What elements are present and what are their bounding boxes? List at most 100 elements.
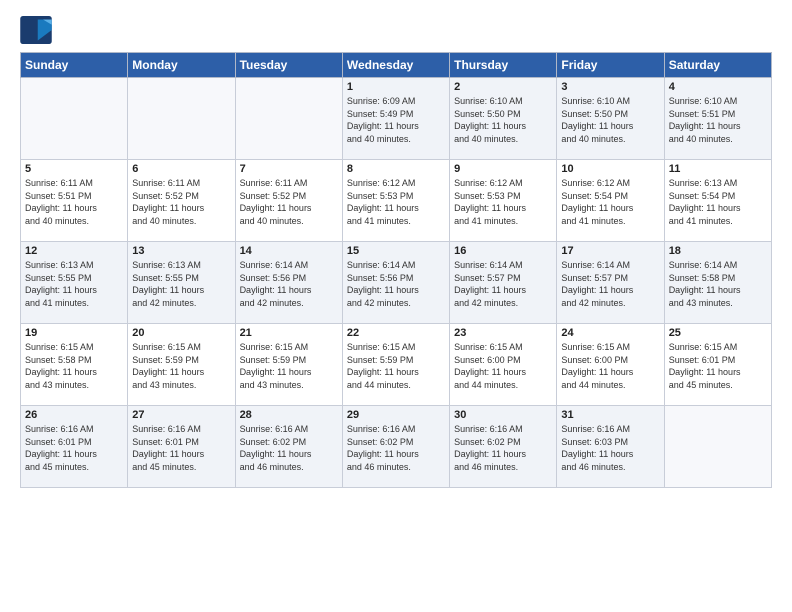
calendar-cell: 5 Sunrise: 6:11 AM Sunset: 5:51 PM Daylig…	[21, 160, 128, 242]
calendar-cell: 23 Sunrise: 6:15 AM Sunset: 6:00 PM Dayli…	[450, 324, 557, 406]
day-info: Sunrise: 6:14 AM Sunset: 5:56 PM Dayligh…	[240, 259, 338, 309]
weekday-header-saturday: Saturday	[664, 53, 771, 78]
weekday-header-thursday: Thursday	[450, 53, 557, 78]
weekday-header-tuesday: Tuesday	[235, 53, 342, 78]
day-number: 2	[454, 81, 552, 93]
day-info: Sunrise: 6:14 AM Sunset: 5:57 PM Dayligh…	[561, 259, 659, 309]
day-number: 7	[240, 163, 338, 175]
calendar-table: SundayMondayTuesdayWednesdayThursdayFrid…	[20, 52, 772, 488]
day-number: 22	[347, 327, 445, 339]
day-info: Sunrise: 6:14 AM Sunset: 5:57 PM Dayligh…	[454, 259, 552, 309]
calendar-cell	[664, 406, 771, 488]
day-info: Sunrise: 6:16 AM Sunset: 6:02 PM Dayligh…	[240, 423, 338, 473]
week-row-3: 12Sunrise: 6:13 AM Sunset: 5:55 PM Dayli…	[21, 242, 772, 324]
week-row-4: 19Sunrise: 6:15 AM Sunset: 5:58 PM Dayli…	[21, 324, 772, 406]
calendar-cell: 28 Sunrise: 6:16 AM Sunset: 6:02 PM Dayli…	[235, 406, 342, 488]
day-info: Sunrise: 6:15 AM Sunset: 5:59 PM Dayligh…	[240, 341, 338, 391]
day-number: 15	[347, 245, 445, 257]
calendar-cell: 8 Sunrise: 6:12 AM Sunset: 5:53 PM Daylig…	[342, 160, 449, 242]
day-info: Sunrise: 6:11 AM Sunset: 5:52 PM Dayligh…	[132, 177, 230, 227]
calendar-cell: 21 Sunrise: 6:15 AM Sunset: 5:59 PM Dayli…	[235, 324, 342, 406]
calendar-cell: 15 Sunrise: 6:14 AM Sunset: 5:56 PM Dayli…	[342, 242, 449, 324]
day-number: 18	[669, 245, 767, 257]
calendar-cell: 13 Sunrise: 6:13 AM Sunset: 5:55 PM Dayli…	[128, 242, 235, 324]
calendar-cell: 29 Sunrise: 6:16 AM Sunset: 6:02 PM Dayli…	[342, 406, 449, 488]
weekday-header-monday: Monday	[128, 53, 235, 78]
day-number: 1	[347, 81, 445, 93]
day-number: 27	[132, 409, 230, 421]
day-number: 6	[132, 163, 230, 175]
day-number: 24	[561, 327, 659, 339]
day-number: 10	[561, 163, 659, 175]
calendar-cell: 19Sunrise: 6:15 AM Sunset: 5:58 PM Dayli…	[21, 324, 128, 406]
weekday-header-row: SundayMondayTuesdayWednesdayThursdayFrid…	[21, 53, 772, 78]
weekday-header-wednesday: Wednesday	[342, 53, 449, 78]
calendar-cell: 16 Sunrise: 6:14 AM Sunset: 5:57 PM Dayli…	[450, 242, 557, 324]
weekday-header-sunday: Sunday	[21, 53, 128, 78]
day-info: Sunrise: 6:16 AM Sunset: 6:01 PM Dayligh…	[132, 423, 230, 473]
day-info: Sunrise: 6:09 AM Sunset: 5:49 PM Dayligh…	[347, 95, 445, 145]
day-info: Sunrise: 6:14 AM Sunset: 5:56 PM Dayligh…	[347, 259, 445, 309]
day-info: Sunrise: 6:15 AM Sunset: 5:59 PM Dayligh…	[132, 341, 230, 391]
calendar-cell: 12Sunrise: 6:13 AM Sunset: 5:55 PM Dayli…	[21, 242, 128, 324]
calendar-cell: 30 Sunrise: 6:16 AM Sunset: 6:02 PM Dayli…	[450, 406, 557, 488]
day-number: 5	[25, 163, 123, 175]
day-info: Sunrise: 6:16 AM Sunset: 6:03 PM Dayligh…	[561, 423, 659, 473]
weekday-header-friday: Friday	[557, 53, 664, 78]
day-number: 8	[347, 163, 445, 175]
day-info: Sunrise: 6:10 AM Sunset: 5:50 PM Dayligh…	[454, 95, 552, 145]
week-row-5: 26Sunrise: 6:16 AM Sunset: 6:01 PM Dayli…	[21, 406, 772, 488]
day-info: Sunrise: 6:15 AM Sunset: 6:01 PM Dayligh…	[669, 341, 767, 391]
calendar-cell: 27 Sunrise: 6:16 AM Sunset: 6:01 PM Dayli…	[128, 406, 235, 488]
calendar-cell: 10 Sunrise: 6:12 AM Sunset: 5:54 PM Dayli…	[557, 160, 664, 242]
calendar-cell: 2 Sunrise: 6:10 AM Sunset: 5:50 PM Daylig…	[450, 78, 557, 160]
calendar-cell: 24Sunrise: 6:15 AM Sunset: 6:00 PM Dayli…	[557, 324, 664, 406]
logo	[20, 16, 56, 44]
calendar-cell: 4 Sunrise: 6:10 AM Sunset: 5:51 PM Daylig…	[664, 78, 771, 160]
calendar-cell: 31 Sunrise: 6:16 AM Sunset: 6:03 PM Dayli…	[557, 406, 664, 488]
calendar-cell: 18 Sunrise: 6:14 AM Sunset: 5:58 PM Dayli…	[664, 242, 771, 324]
calendar-cell: 26Sunrise: 6:16 AM Sunset: 6:01 PM Dayli…	[21, 406, 128, 488]
day-info: Sunrise: 6:11 AM Sunset: 5:51 PM Dayligh…	[25, 177, 123, 227]
day-info: Sunrise: 6:16 AM Sunset: 6:02 PM Dayligh…	[454, 423, 552, 473]
calendar-cell: 9 Sunrise: 6:12 AM Sunset: 5:53 PM Daylig…	[450, 160, 557, 242]
week-row-1: 1 Sunrise: 6:09 AM Sunset: 5:49 PM Daylig…	[21, 78, 772, 160]
calendar-cell: 17 Sunrise: 6:14 AM Sunset: 5:57 PM Dayli…	[557, 242, 664, 324]
calendar-cell: 11Sunrise: 6:13 AM Sunset: 5:54 PM Dayli…	[664, 160, 771, 242]
day-number: 14	[240, 245, 338, 257]
day-number: 29	[347, 409, 445, 421]
day-number: 11	[669, 163, 767, 175]
day-info: Sunrise: 6:12 AM Sunset: 5:53 PM Dayligh…	[454, 177, 552, 227]
calendar-cell: 14 Sunrise: 6:14 AM Sunset: 5:56 PM Dayli…	[235, 242, 342, 324]
calendar-cell	[128, 78, 235, 160]
day-number: 20	[132, 327, 230, 339]
day-number: 3	[561, 81, 659, 93]
day-number: 4	[669, 81, 767, 93]
day-number: 31	[561, 409, 659, 421]
day-number: 16	[454, 245, 552, 257]
day-info: Sunrise: 6:16 AM Sunset: 6:02 PM Dayligh…	[347, 423, 445, 473]
day-info: Sunrise: 6:11 AM Sunset: 5:52 PM Dayligh…	[240, 177, 338, 227]
day-number: 13	[132, 245, 230, 257]
calendar-cell: 20 Sunrise: 6:15 AM Sunset: 5:59 PM Dayli…	[128, 324, 235, 406]
day-info: Sunrise: 6:15 AM Sunset: 6:00 PM Dayligh…	[454, 341, 552, 391]
day-number: 21	[240, 327, 338, 339]
day-number: 19	[25, 327, 123, 339]
day-number: 23	[454, 327, 552, 339]
day-number: 17	[561, 245, 659, 257]
day-info: Sunrise: 6:10 AM Sunset: 5:50 PM Dayligh…	[561, 95, 659, 145]
day-info: Sunrise: 6:12 AM Sunset: 5:53 PM Dayligh…	[347, 177, 445, 227]
page: SundayMondayTuesdayWednesdayThursdayFrid…	[0, 0, 792, 612]
day-info: Sunrise: 6:13 AM Sunset: 5:55 PM Dayligh…	[132, 259, 230, 309]
logo-icon	[20, 16, 52, 44]
day-number: 30	[454, 409, 552, 421]
day-number: 28	[240, 409, 338, 421]
day-info: Sunrise: 6:12 AM Sunset: 5:54 PM Dayligh…	[561, 177, 659, 227]
day-number: 9	[454, 163, 552, 175]
calendar-cell	[21, 78, 128, 160]
calendar-cell: 3 Sunrise: 6:10 AM Sunset: 5:50 PM Daylig…	[557, 78, 664, 160]
week-row-2: 5 Sunrise: 6:11 AM Sunset: 5:51 PM Daylig…	[21, 160, 772, 242]
day-info: Sunrise: 6:14 AM Sunset: 5:58 PM Dayligh…	[669, 259, 767, 309]
calendar-cell: 7 Sunrise: 6:11 AM Sunset: 5:52 PM Daylig…	[235, 160, 342, 242]
day-info: Sunrise: 6:10 AM Sunset: 5:51 PM Dayligh…	[669, 95, 767, 145]
